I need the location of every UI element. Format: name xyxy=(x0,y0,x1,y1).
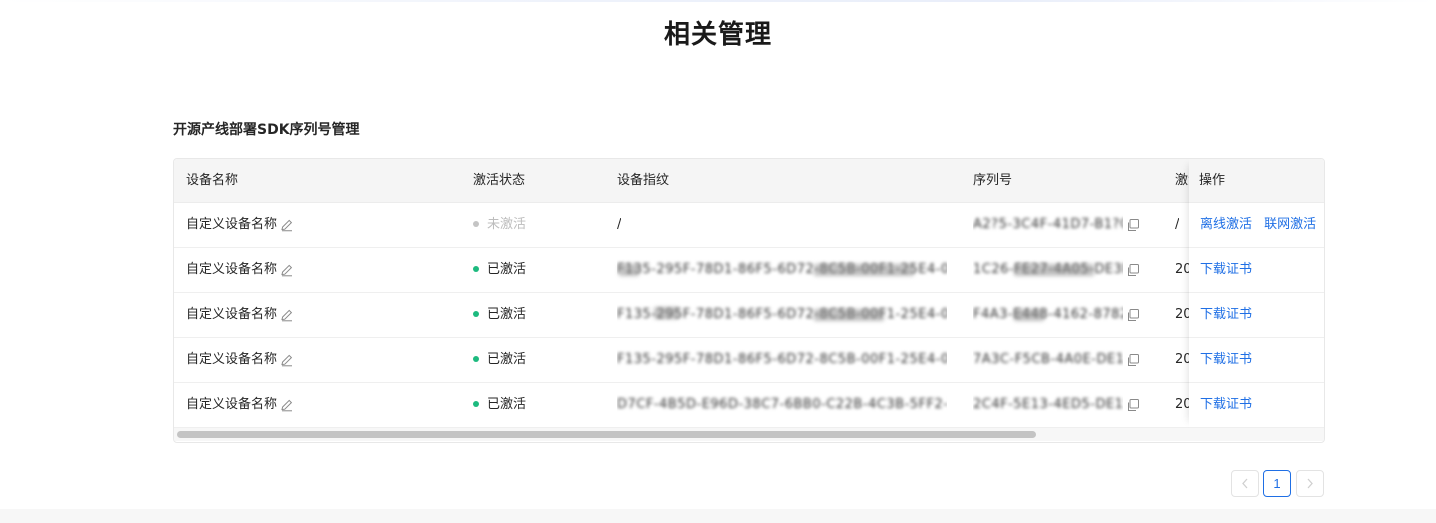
table-row: 自定义设备名称 已激活 F135-295F-78D1-86F5-6D72-8C5… xyxy=(174,248,1324,293)
serial-value: 7A3C-F5CB-4A0E-DE13 xyxy=(973,352,1123,367)
actions-group: 下载证书 xyxy=(1200,338,1252,382)
status-dot xyxy=(473,400,479,407)
status-label: 已激活 xyxy=(487,352,527,367)
status-cell: 已激活 xyxy=(473,383,526,427)
edit-pencil-icon[interactable] xyxy=(280,308,294,322)
chevron-right-icon xyxy=(1307,478,1313,489)
actions-cell: 离线激活 联网激活 xyxy=(1189,203,1324,248)
actions-group: 下载证书 xyxy=(1200,293,1252,337)
actions-cell: 下载证书 xyxy=(1189,338,1324,383)
redaction-block xyxy=(1014,264,1094,276)
actions-header: 操作 xyxy=(1189,159,1324,203)
redaction-block xyxy=(654,307,679,319)
fingerprint-value: F135-295F-78D1-86F5-6D72-8C5B-00F1-25E4-… xyxy=(617,352,947,367)
page-title: 相关管理 xyxy=(663,20,772,50)
actions-group: 离线激活 联网激活 xyxy=(1200,203,1316,247)
device-name: 自定义设备名称 xyxy=(186,217,278,232)
fingerprint-cell: / xyxy=(617,217,622,232)
redaction-block xyxy=(814,309,884,321)
status-cell: 已激活 xyxy=(473,338,526,382)
download-certificate-link[interactable]: 下载证书 xyxy=(1200,307,1252,322)
redaction-block xyxy=(619,264,639,276)
bottom-strip xyxy=(0,509,1436,523)
header-status: 激活状态 xyxy=(473,173,526,188)
serial-cell: A2?5-3C4F-41D7-B1?C xyxy=(973,203,1123,247)
edit-pencil-icon[interactable] xyxy=(280,263,294,277)
table-row: 自定义设备名称 已激活 F135-295F-78D1-86F5-6D72-8C5… xyxy=(174,293,1324,338)
table-header: 设备名称 激活状态 设备指纹 序列号 激活 xyxy=(174,159,1324,203)
section-title: 开源产线部署SDK序列号管理 xyxy=(173,122,360,138)
status-label: 已激活 xyxy=(487,397,527,412)
offline-activate-link[interactable]: 离线激活 xyxy=(1200,217,1252,232)
edit-pencil-icon[interactable] xyxy=(280,353,294,367)
device-name: 自定义设备名称 xyxy=(186,397,278,412)
actions-column: 操作 离线激活 联网激活 下载证书 下载证书 下载证书 下载证书 xyxy=(1189,159,1324,428)
activation-time-cell: / xyxy=(1175,217,1180,232)
fingerprint-cell: F135-295F-78D1-86F5-6D72-8C5B-00F1-25E4-… xyxy=(617,338,947,382)
edit-pencil-icon[interactable] xyxy=(280,218,294,232)
actions-cell: 下载证书 xyxy=(1189,383,1324,428)
header-actions: 操作 xyxy=(1199,173,1226,188)
status-cell: 未激活 xyxy=(473,203,526,247)
actions-cell: 下载证书 xyxy=(1189,293,1324,338)
header-serial: 序列号 xyxy=(973,173,1013,188)
prev-page-button[interactable] xyxy=(1231,470,1259,497)
chevron-left-icon xyxy=(1242,478,1248,489)
table-row: 自定义设备名称 已激活 D7CF-4B5D-E96D-38C7-6BB0-C22… xyxy=(174,383,1324,428)
copy-icon[interactable] xyxy=(1126,398,1140,412)
copy-icon[interactable] xyxy=(1126,353,1140,367)
status-dot xyxy=(473,220,479,227)
status-dot xyxy=(473,355,479,362)
copy-icon[interactable] xyxy=(1126,218,1140,232)
device-name: 自定义设备名称 xyxy=(186,307,278,322)
serial-value: A2?5-3C4F-41D7-B1?C xyxy=(973,217,1123,232)
fingerprint-cell: D7CF-4B5D-E96D-38C7-6BB0-C22B-4C3B-5FF2-… xyxy=(617,383,947,427)
fingerprint-value: D7CF-4B5D-E96D-38C7-6BB0-C22B-4C3B-5FF2-… xyxy=(617,397,947,412)
edit-pencil-icon[interactable] xyxy=(280,398,294,412)
copy-icon[interactable] xyxy=(1126,263,1140,277)
actions-cell: 下载证书 xyxy=(1189,248,1324,293)
serial-value: F4A3-E448-4162-8782 xyxy=(973,307,1123,322)
next-page-button[interactable] xyxy=(1296,470,1324,497)
scrollbar-thumb[interactable] xyxy=(177,431,1036,438)
status-label: 已激活 xyxy=(487,307,527,322)
status-label: 未激活 xyxy=(487,217,527,232)
serial-table: 设备名称 激活状态 设备指纹 序列号 激活 自定义设备名称 未激活 / A2?5… xyxy=(173,158,1325,443)
device-name: 自定义设备名称 xyxy=(186,262,278,277)
status-cell: 已激活 xyxy=(473,248,526,292)
header-fingerprint: 设备指纹 xyxy=(617,173,670,188)
table-row: 自定义设备名称 未激活 / A2?5-3C4F-41D7-B1?C / xyxy=(174,203,1324,248)
download-certificate-link[interactable]: 下载证书 xyxy=(1200,397,1252,412)
horizontal-scrollbar[interactable] xyxy=(174,428,1324,441)
actions-group: 下载证书 xyxy=(1200,248,1252,292)
status-cell: 已激活 xyxy=(473,293,526,337)
download-certificate-link[interactable]: 下载证书 xyxy=(1200,352,1252,367)
serial-cell: F4A3-E448-4162-8782 xyxy=(973,293,1123,337)
copy-icon[interactable] xyxy=(1126,308,1140,322)
serial-cell: 2C4F-5E13-4ED5-DE15 xyxy=(973,383,1123,427)
serial-value: 2C4F-5E13-4ED5-DE15 xyxy=(973,397,1123,412)
actions-group: 下载证书 xyxy=(1200,383,1252,427)
online-activate-link[interactable]: 联网激活 xyxy=(1264,217,1316,232)
device-name: 自定义设备名称 xyxy=(186,352,278,367)
page-number-button[interactable]: 1 xyxy=(1263,470,1291,497)
redaction-block xyxy=(1014,309,1044,321)
status-label: 已激活 xyxy=(487,262,527,277)
table-row: 自定义设备名称 已激活 F135-295F-78D1-86F5-6D72-8C5… xyxy=(174,338,1324,383)
header-device-name: 设备名称 xyxy=(186,173,239,188)
status-dot xyxy=(473,310,479,317)
status-dot xyxy=(473,265,479,272)
redaction-block xyxy=(814,264,914,276)
download-certificate-link[interactable]: 下载证书 xyxy=(1200,262,1252,277)
serial-cell: 7A3C-F5CB-4A0E-DE13 xyxy=(973,338,1123,382)
top-accent-line xyxy=(0,0,1436,2)
